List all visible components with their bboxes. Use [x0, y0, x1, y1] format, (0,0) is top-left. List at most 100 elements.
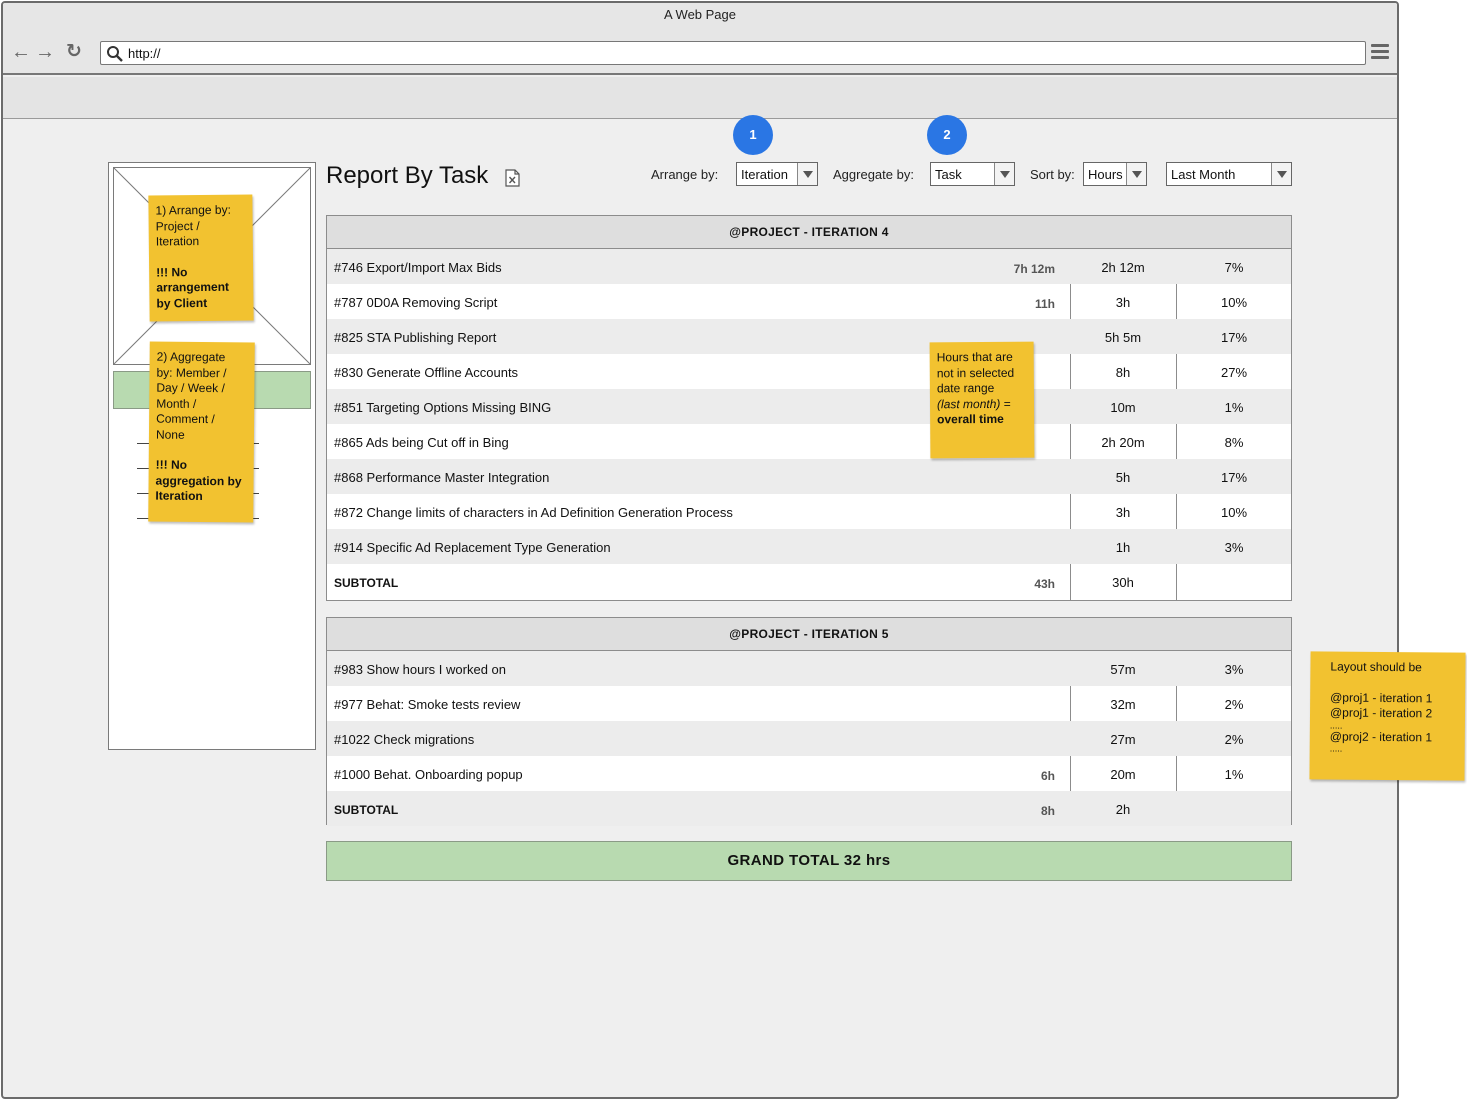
- reload-icon[interactable]: ↻: [63, 41, 85, 63]
- task-name[interactable]: #977 Behat: Smoke tests review: [334, 697, 520, 712]
- task-hours: 5h: [1115, 470, 1131, 485]
- note-text: .....: [1329, 743, 1343, 754]
- subtotal-label: SUBTOTAL: [334, 576, 399, 590]
- task-name[interactable]: #983 Show hours I worked on: [334, 662, 506, 677]
- task-hours: 10m: [1110, 400, 1136, 415]
- aggregate-by-value: Task: [935, 167, 962, 182]
- task-name[interactable]: #746 Export/Import Max Bids: [334, 260, 502, 275]
- excel-export-icon[interactable]: [505, 169, 520, 187]
- task-percent: 10%: [1220, 295, 1248, 310]
- note-text: None: [155, 427, 185, 442]
- task-hours: 20m: [1110, 767, 1136, 782]
- note-text: @proj1 - iteration 2: [1329, 705, 1433, 721]
- aggregate-by-select[interactable]: Task: [930, 162, 1015, 186]
- overall-time: 8h: [1040, 804, 1055, 818]
- url-text: http://: [128, 46, 161, 61]
- note-text: Hours that are: [936, 349, 1013, 365]
- task-hours: 8h: [1115, 365, 1131, 380]
- note-text: 1) Arrange by:: [155, 202, 231, 218]
- grand-total: GRAND TOTAL 32 hrs: [326, 841, 1292, 881]
- note-text: 2) Aggregate: [156, 349, 226, 365]
- table-row: #1000 Behat. Onboarding popup 6h 20m 1%: [327, 756, 1291, 791]
- chevron-down-icon[interactable]: [1271, 163, 1291, 185]
- note-text: Iteration: [155, 234, 200, 249]
- task-hours: 27m: [1110, 732, 1136, 747]
- sort-by-select[interactable]: Hours: [1083, 162, 1147, 186]
- chevron-down-icon[interactable]: [797, 163, 817, 185]
- annotation-badge-2: 2: [927, 115, 967, 155]
- note-warning: overall time: [937, 411, 1004, 427]
- note-warning: !!! No: [156, 264, 188, 279]
- task-name[interactable]: #1022 Check migrations: [334, 732, 474, 747]
- menu-icon[interactable]: [1371, 44, 1389, 60]
- task-hours: 5h 5m: [1104, 330, 1142, 345]
- task-name[interactable]: #865 Ads being Cut off in Bing: [334, 435, 509, 450]
- task-name[interactable]: #1000 Behat. Onboarding popup: [334, 767, 523, 782]
- note-text: Layout should be: [1330, 659, 1422, 675]
- task-hours: 3h: [1115, 505, 1131, 520]
- task-name[interactable]: #851 Targeting Options Missing BING: [334, 400, 551, 415]
- page-title: Report By Task: [326, 162, 489, 189]
- subtotal-label: SUBTOTAL: [334, 803, 399, 817]
- subtotal-row: SUBTOTAL 43h 30h: [327, 564, 1291, 599]
- arrange-by-value: Iteration: [741, 167, 788, 182]
- date-range-select[interactable]: Last Month: [1166, 162, 1292, 186]
- task-name[interactable]: #872 Change limits of characters in Ad D…: [334, 505, 733, 520]
- iteration-table: @PROJECT - ITERATION 4 #746 Export/Impor…: [326, 215, 1292, 601]
- subtotal-hours: 30h: [1112, 575, 1134, 590]
- table-row: #983 Show hours I worked on 57m 3%: [327, 651, 1291, 686]
- task-hours: 2h 12m: [1101, 260, 1145, 275]
- task-hours: 2h 20m: [1101, 435, 1145, 450]
- table-row: #851 Targeting Options Missing BING 10m …: [327, 389, 1291, 424]
- table-row: #872 Change limits of characters in Ad D…: [327, 494, 1291, 529]
- task-percent: 8%: [1224, 435, 1244, 450]
- table-row: #787 0D0A Removing Script 11h 3h 10%: [327, 284, 1291, 319]
- note-text: Day / Week /: [156, 380, 225, 396]
- task-name[interactable]: #830 Generate Offline Accounts: [334, 365, 518, 380]
- table-row: #914 Specific Ad Replacement Type Genera…: [327, 529, 1291, 564]
- iteration-table: @PROJECT - ITERATION 5 #983 Show hours I…: [326, 617, 1292, 826]
- sort-by-value: Hours: [1088, 167, 1123, 182]
- table-header: @PROJECT - ITERATION 4: [327, 216, 1291, 249]
- overall-time: 6h: [1040, 769, 1055, 783]
- task-name[interactable]: #914 Specific Ad Replacement Type Genera…: [334, 540, 611, 555]
- overall-time: 7h 12m: [1013, 262, 1055, 276]
- note-text: @proj2 - iteration 1: [1329, 728, 1433, 744]
- note-warning: !!! No: [155, 457, 188, 472]
- browser-navbar: ← → ↻ http://: [3, 31, 1397, 75]
- arrange-by-label: Arrange by:: [651, 167, 719, 182]
- table-row: #825 STA Publishing Report 5h 5m 17%: [327, 319, 1291, 354]
- note-text: not in selected: [936, 365, 1015, 380]
- url-bar[interactable]: http://: [100, 41, 1366, 65]
- task-hours: 1h: [1115, 540, 1131, 555]
- annotation-badge-1: 1: [733, 115, 773, 155]
- note-italic: (last month): [936, 396, 1001, 411]
- task-percent: 7%: [1224, 260, 1244, 275]
- task-name[interactable]: #825 STA Publishing Report: [334, 330, 496, 345]
- note-text: Project /: [155, 218, 200, 233]
- task-percent: 3%: [1224, 540, 1244, 555]
- back-arrow-icon[interactable]: ←: [10, 41, 32, 63]
- task-name[interactable]: #868 Performance Master Integration: [334, 470, 549, 485]
- table-row: #746 Export/Import Max Bids 7h 12m 2h 12…: [327, 249, 1291, 284]
- chevron-down-icon[interactable]: [1126, 163, 1146, 185]
- note-text: date range: [936, 380, 995, 396]
- task-percent: 1%: [1224, 767, 1244, 782]
- table-row: #868 Performance Master Integration 5h 1…: [327, 459, 1291, 494]
- note-text: by: Member /: [156, 365, 227, 380]
- arrange-by-select[interactable]: Iteration: [736, 162, 818, 186]
- task-percent: 17%: [1220, 470, 1248, 485]
- subtotal-hours: 2h: [1115, 802, 1131, 817]
- note-text: (last month) =: [937, 396, 1027, 412]
- forward-arrow-icon[interactable]: →: [34, 41, 56, 63]
- date-range-value: Last Month: [1171, 167, 1236, 182]
- chevron-down-icon[interactable]: [994, 163, 1014, 185]
- note-warning: aggregation by: [155, 473, 242, 488]
- task-percent: 17%: [1220, 330, 1248, 345]
- task-name[interactable]: #787 0D0A Removing Script: [334, 295, 497, 310]
- sort-by-label: Sort by:: [1030, 167, 1075, 182]
- task-percent: 10%: [1220, 505, 1248, 520]
- task-hours: 57m: [1110, 662, 1136, 677]
- overall-time: 11h: [1034, 297, 1055, 311]
- table-row: #977 Behat: Smoke tests review 32m 2%: [327, 686, 1291, 721]
